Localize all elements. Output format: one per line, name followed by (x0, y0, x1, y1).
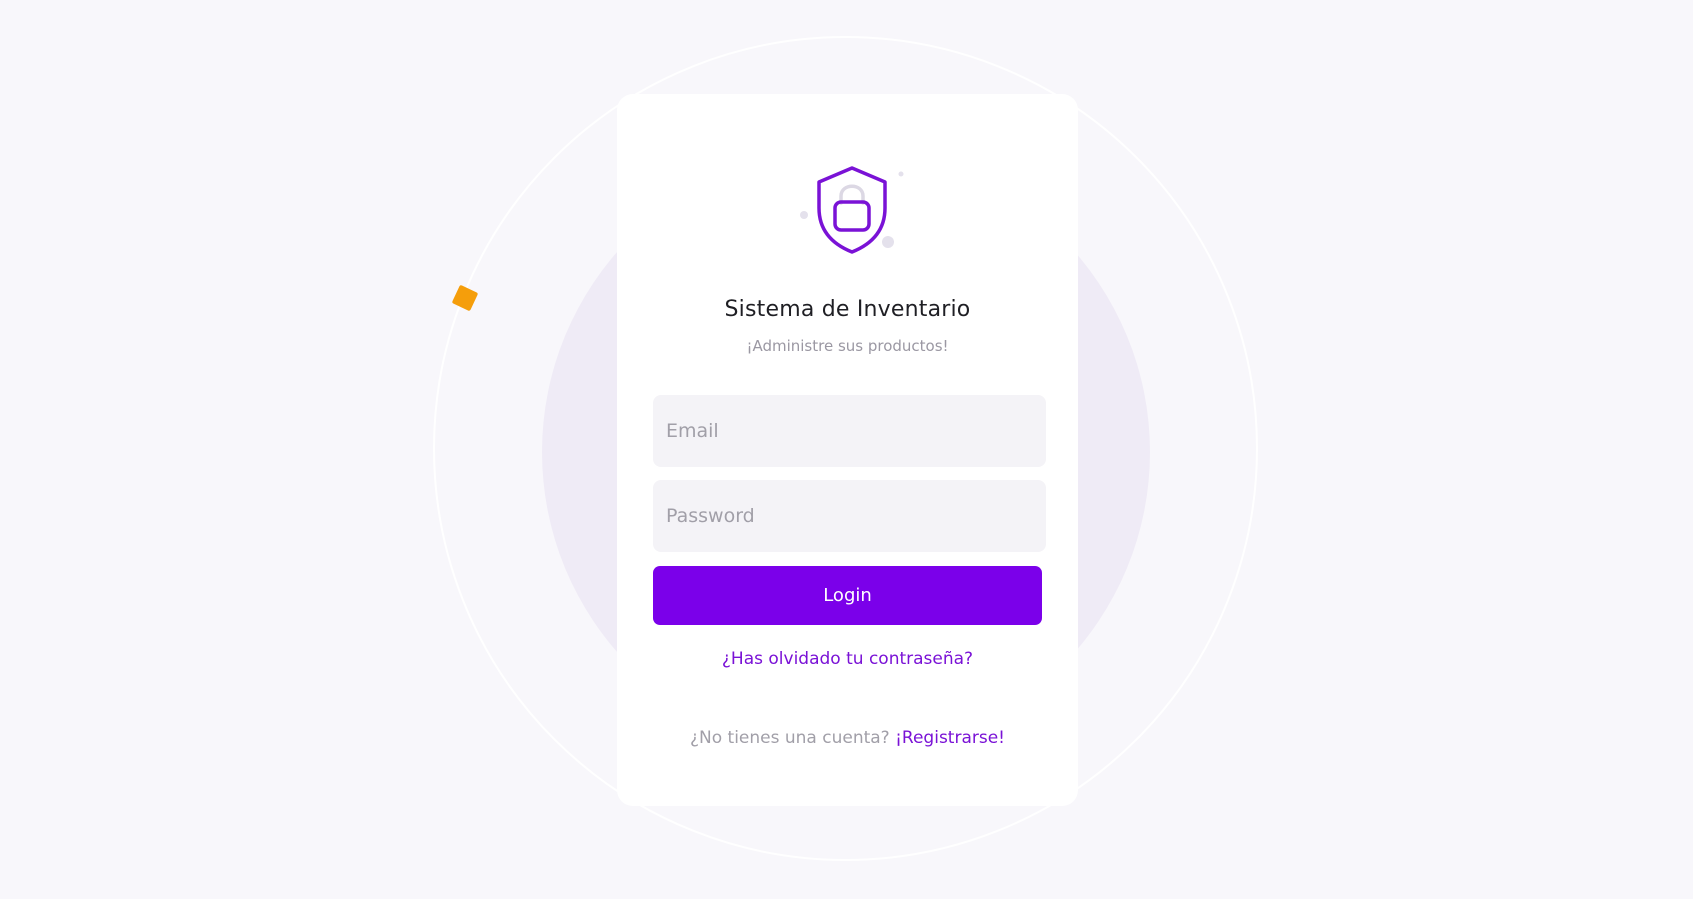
page-subtitle: ¡Administre sus productos! (746, 337, 949, 355)
password-input[interactable] (653, 480, 1046, 552)
shield-lock-icon (789, 160, 907, 270)
email-input[interactable] (653, 395, 1046, 467)
signup-row: ¿No tienes una cuenta? ¡Registrarse! (617, 728, 1078, 748)
login-card: Sistema de Inventario ¡Administre sus pr… (617, 94, 1078, 806)
signup-link[interactable]: ¡Registrarse! (895, 728, 1005, 748)
page-title: Sistema de Inventario (724, 297, 971, 322)
forgot-password-link[interactable]: ¿Has olvidado tu contraseña? (617, 649, 1078, 669)
login-button[interactable]: Login (653, 566, 1042, 625)
signup-prompt: ¿No tienes una cuenta? (689, 728, 890, 748)
